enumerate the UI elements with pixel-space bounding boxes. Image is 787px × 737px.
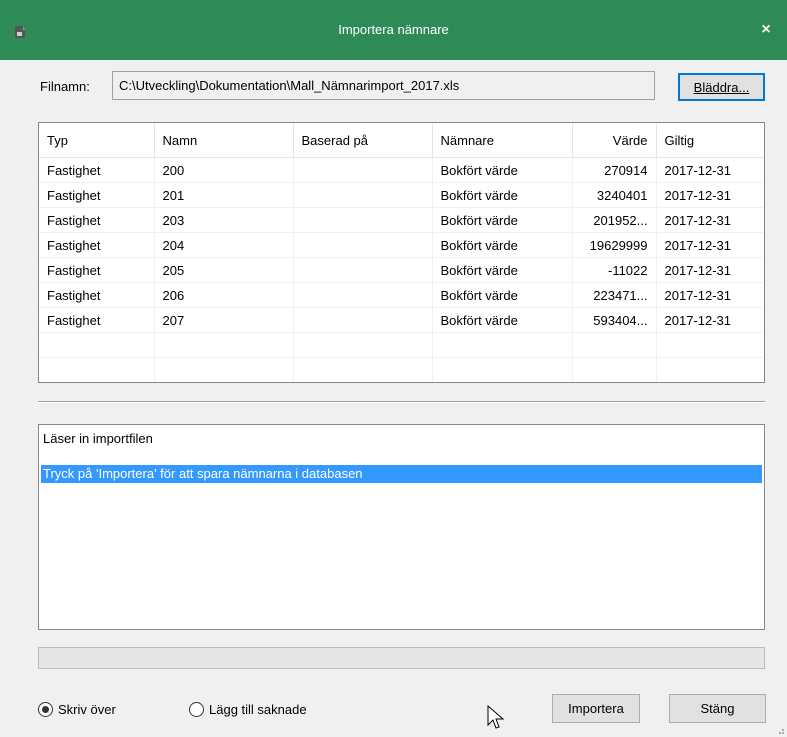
file-path-field[interactable]: C:\Utveckling\Dokumentation\Mall_Nämnari… bbox=[112, 71, 655, 100]
cell-denominator: Bokfört värde bbox=[432, 257, 573, 283]
column-header-name[interactable]: Namn bbox=[154, 123, 294, 158]
cell-based-on bbox=[293, 282, 433, 308]
title-bar: Importera nämnare × bbox=[0, 0, 787, 60]
cell-based-on bbox=[293, 307, 433, 333]
cell-valid: 2017-12-31 bbox=[656, 282, 764, 308]
cell-based-on bbox=[293, 207, 433, 233]
cell-denominator: Bokfört värde bbox=[432, 207, 573, 233]
cell-value: 201952... bbox=[572, 207, 657, 233]
add-missing-radio[interactable]: Lägg till saknade bbox=[189, 699, 307, 719]
import-grid[interactable]: Typ Namn Baserad på Nämnare Värde Giltig… bbox=[38, 122, 765, 383]
cell-denominator: Bokfört värde bbox=[432, 307, 573, 333]
column-header-type[interactable]: Typ bbox=[39, 123, 155, 158]
table-row[interactable]: Fastighet 201 Bokfört värde 3240401 2017… bbox=[39, 182, 764, 208]
table-row-empty bbox=[39, 383, 764, 384]
progress-bar bbox=[38, 647, 765, 669]
divider bbox=[38, 401, 765, 403]
table-row[interactable]: Fastighet 200 Bokfört värde 270914 2017-… bbox=[39, 157, 764, 183]
import-table: Typ Namn Baserad på Nämnare Värde Giltig… bbox=[39, 123, 764, 384]
cell-valid: 2017-12-31 bbox=[656, 207, 764, 233]
column-header-valid[interactable]: Giltig bbox=[656, 123, 764, 158]
browse-label: Bläddra... bbox=[693, 80, 750, 95]
table-header-row: Typ Namn Baserad på Nämnare Värde Giltig bbox=[39, 123, 764, 158]
table-row[interactable]: Fastighet 204 Bokfört värde 19629999 201… bbox=[39, 232, 764, 258]
add-missing-label: Lägg till saknade bbox=[209, 701, 307, 717]
cell-based-on bbox=[293, 232, 433, 258]
cell-denominator: Bokfört värde bbox=[432, 182, 573, 208]
cell-type: Fastighet bbox=[39, 182, 155, 208]
cell-type: Fastighet bbox=[39, 257, 155, 283]
close-icon[interactable]: × bbox=[755, 19, 777, 41]
cell-value: 19629999 bbox=[572, 232, 657, 258]
cell-value: 3240401 bbox=[572, 182, 657, 208]
overwrite-label: Skriv över bbox=[58, 701, 116, 717]
cell-valid: 2017-12-31 bbox=[656, 307, 764, 333]
cell-value: 270914 bbox=[572, 157, 657, 183]
column-header-value[interactable]: Värde bbox=[572, 123, 657, 158]
column-header-denominator[interactable]: Nämnare bbox=[432, 123, 573, 158]
cell-type: Fastighet bbox=[39, 157, 155, 183]
table-row[interactable]: Fastighet 203 Bokfört värde 201952... 20… bbox=[39, 207, 764, 233]
cell-value: 593404... bbox=[572, 307, 657, 333]
cell-name: 207 bbox=[154, 307, 294, 333]
cell-valid: 2017-12-31 bbox=[656, 182, 764, 208]
close-button[interactable]: Stäng bbox=[669, 694, 766, 723]
resize-grip-icon[interactable] bbox=[775, 725, 785, 735]
import-label: Importera bbox=[568, 701, 624, 716]
radio-selected-icon bbox=[38, 701, 53, 717]
cell-name: 200 bbox=[154, 157, 294, 183]
window-title: Importera nämnare bbox=[338, 22, 449, 37]
table-row-empty bbox=[39, 332, 764, 358]
cell-based-on bbox=[293, 157, 433, 183]
cell-value: -11022 bbox=[572, 257, 657, 283]
cell-name: 205 bbox=[154, 257, 294, 283]
cell-value: 223471... bbox=[572, 282, 657, 308]
cell-valid: 2017-12-31 bbox=[656, 232, 764, 258]
cell-based-on bbox=[293, 257, 433, 283]
cell-valid: 2017-12-31 bbox=[656, 257, 764, 283]
close-label: Stäng bbox=[700, 701, 735, 716]
cell-denominator: Bokfört värde bbox=[432, 157, 573, 183]
cell-denominator: Bokfört värde bbox=[432, 232, 573, 258]
cell-type: Fastighet bbox=[39, 232, 155, 258]
cell-name: 201 bbox=[154, 182, 294, 208]
log-line-selected[interactable]: Tryck på 'Importera' för att spara nämna… bbox=[41, 465, 762, 483]
mouse-cursor-icon bbox=[487, 705, 505, 729]
file-label: Filnamn: bbox=[40, 79, 90, 94]
table-row[interactable]: Fastighet 205 Bokfört värde -11022 2017-… bbox=[39, 257, 764, 283]
cell-valid: 2017-12-31 bbox=[656, 157, 764, 183]
cell-name: 203 bbox=[154, 207, 294, 233]
cell-denominator: Bokfört värde bbox=[432, 282, 573, 308]
table-row-empty bbox=[39, 357, 764, 382]
cell-based-on bbox=[293, 182, 433, 208]
table-row[interactable]: Fastighet 207 Bokfört värde 593404... 20… bbox=[39, 307, 764, 333]
overwrite-radio[interactable]: Skriv över bbox=[38, 699, 116, 719]
log-list[interactable]: Läser in importfilen Tryck på 'Importera… bbox=[38, 424, 765, 630]
cell-name: 206 bbox=[154, 282, 294, 308]
table-row[interactable]: Fastighet 206 Bokfört värde 223471... 20… bbox=[39, 282, 764, 308]
cell-type: Fastighet bbox=[39, 307, 155, 333]
column-header-based-on[interactable]: Baserad på bbox=[293, 123, 433, 158]
cell-type: Fastighet bbox=[39, 282, 155, 308]
log-line[interactable]: Läser in importfilen bbox=[43, 430, 764, 448]
cell-name: 204 bbox=[154, 232, 294, 258]
import-button[interactable]: Importera bbox=[552, 694, 640, 723]
cell-type: Fastighet bbox=[39, 207, 155, 233]
radio-unselected-icon bbox=[189, 701, 204, 717]
browse-button[interactable]: Bläddra... bbox=[678, 73, 765, 101]
